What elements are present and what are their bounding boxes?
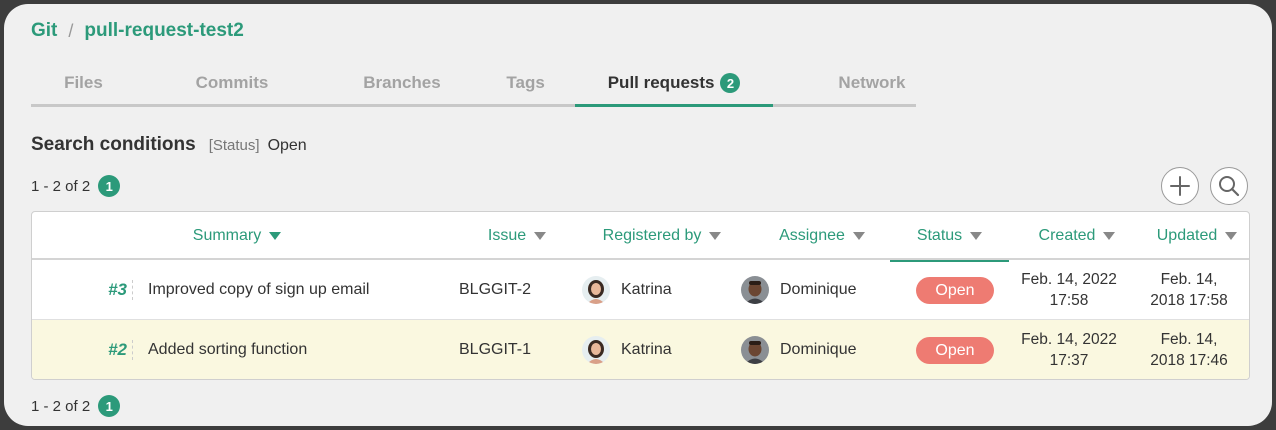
add-pull-request-button[interactable]: [1161, 167, 1199, 205]
column-header-registered-by[interactable]: Registered by: [592, 212, 732, 260]
updated-date-time: 2018 17:46: [1150, 352, 1228, 369]
pager-bottom: 1 - 2 of 2 1: [31, 395, 121, 417]
tab-label: Pull requests: [607, 73, 715, 92]
column-label: Updated: [1156, 227, 1218, 244]
column-header-status[interactable]: Status: [890, 212, 1009, 262]
column-label: Registered by: [602, 227, 702, 244]
assignee-user: Dominique: [741, 320, 857, 379]
pull-requests-count-badge: 2: [720, 73, 741, 93]
chevron-down-icon: [534, 232, 547, 240]
pull-request-summary-link[interactable]: Added sorting function: [148, 320, 307, 379]
created-date: Feb. 14, 2022 17:58: [1014, 260, 1124, 320]
breadcrumb: Git / pull-request-test2: [31, 20, 244, 42]
tab-pull-requests[interactable]: Pull requests 2: [575, 62, 773, 107]
avatar: [582, 336, 610, 364]
updated-date-time: 2018 17:58: [1150, 292, 1228, 309]
user-avatar-katrina-icon: [582, 276, 610, 304]
column-label: Summary: [192, 227, 262, 244]
tab-commits[interactable]: Commits: [136, 62, 328, 104]
plus-icon: [1170, 176, 1190, 196]
column-header-issue[interactable]: Issue: [462, 212, 572, 260]
pull-request-summary-link[interactable]: Improved copy of sign up email: [148, 260, 369, 320]
chevron-down-icon: [970, 232, 983, 240]
page-1-button[interactable]: 1: [98, 395, 121, 417]
pull-request-number-link[interactable]: #2: [87, 320, 127, 379]
created-date-day: Feb. 14, 2022: [1021, 271, 1117, 288]
column-label: Created: [1038, 227, 1096, 244]
column-header-created[interactable]: Created: [1022, 212, 1132, 260]
issue-key-link[interactable]: BLGGIT-1: [459, 320, 531, 379]
tab-label: Commits: [195, 73, 269, 92]
registered-by-user: Katrina: [582, 320, 672, 379]
row-divider: [132, 340, 133, 360]
search-conditions-title: Search conditions: [31, 134, 196, 155]
breadcrumb-separator: /: [68, 20, 74, 41]
app-frame: Git / pull-request-test2 Files Commits B…: [4, 4, 1272, 426]
user-avatar-katrina-icon: [582, 336, 610, 364]
pull-request-number-link[interactable]: #3: [87, 260, 127, 320]
status-badge: Open: [916, 277, 994, 304]
column-header-assignee[interactable]: Assignee: [767, 212, 877, 260]
table-row[interactable]: #2 Added sorting function BLGGIT-1 Katri…: [32, 320, 1249, 379]
column-header-updated[interactable]: Updated: [1142, 212, 1249, 260]
breadcrumb-git-link[interactable]: Git: [31, 20, 57, 42]
created-date-time: 17:37: [1049, 352, 1089, 369]
pager-range-text: 1 - 2 of 2: [31, 177, 91, 195]
pager-top: 1 - 2 of 2 1: [31, 175, 121, 197]
column-label: Status: [916, 227, 963, 244]
created-date-time: 17:58: [1049, 292, 1089, 309]
tab-label: Tags: [506, 73, 545, 92]
tab-label: Network: [838, 73, 906, 92]
search-icon: [1219, 176, 1240, 197]
column-header-summary[interactable]: Summary: [182, 212, 292, 260]
user-avatar-dominique-icon: [741, 336, 769, 364]
assignee-name: Dominique: [780, 341, 857, 358]
table-header: Summary Issue Registered by Assignee Sta…: [32, 212, 1249, 262]
updated-date: Feb. 14, 2018 17:46: [1138, 320, 1240, 379]
chevron-down-icon: [852, 232, 865, 240]
search-condition-value: Open: [267, 137, 307, 154]
page-1-button[interactable]: 1: [98, 175, 121, 197]
updated-date-day: Feb. 14,: [1160, 331, 1218, 348]
chevron-down-icon: [1225, 232, 1238, 240]
tab-files[interactable]: Files: [31, 62, 136, 104]
registered-by-name: Katrina: [621, 341, 672, 358]
tab-label: Files: [64, 73, 103, 92]
search-conditions: Search conditions [Status] Open: [31, 134, 307, 156]
sort-desc-icon: [269, 232, 282, 240]
avatar: [582, 276, 610, 304]
registered-by-user: Katrina: [582, 260, 672, 320]
table-row[interactable]: #3 Improved copy of sign up email BLGGIT…: [32, 260, 1249, 320]
search-condition-key: [Status]: [208, 137, 260, 154]
repo-tabs: Files Commits Branches Tags Pull request…: [31, 62, 916, 107]
avatar: [741, 276, 769, 304]
breadcrumb-repo-link[interactable]: pull-request-test2: [84, 20, 243, 42]
search-button[interactable]: [1210, 167, 1248, 205]
assignee-user: Dominique: [741, 260, 856, 320]
registered-by-name: Katrina: [621, 281, 672, 298]
column-label: Assignee: [779, 227, 845, 244]
chevron-down-icon: [709, 232, 722, 240]
tab-tags[interactable]: Tags: [476, 62, 575, 104]
tab-network[interactable]: Network: [773, 62, 916, 104]
pull-requests-table: Summary Issue Registered by Assignee Sta…: [31, 211, 1250, 380]
issue-key-link[interactable]: BLGGIT-2: [459, 260, 531, 320]
avatar: [741, 336, 769, 364]
column-label: Issue: [487, 227, 527, 244]
updated-date-day: Feb. 14,: [1160, 271, 1218, 288]
updated-date: Feb. 14, 2018 17:58: [1138, 260, 1240, 320]
created-date: Feb. 14, 2022 17:37: [1014, 320, 1124, 379]
user-avatar-dominique-icon: [741, 276, 769, 304]
chevron-down-icon: [1103, 232, 1116, 240]
status-badge: Open: [916, 337, 994, 364]
created-date-day: Feb. 14, 2022: [1021, 331, 1117, 348]
pager-range-text: 1 - 2 of 2: [31, 397, 91, 415]
assignee-name: Dominique: [780, 281, 857, 298]
tab-label: Branches: [363, 73, 441, 92]
row-divider: [132, 280, 133, 300]
tab-branches[interactable]: Branches: [328, 62, 476, 104]
